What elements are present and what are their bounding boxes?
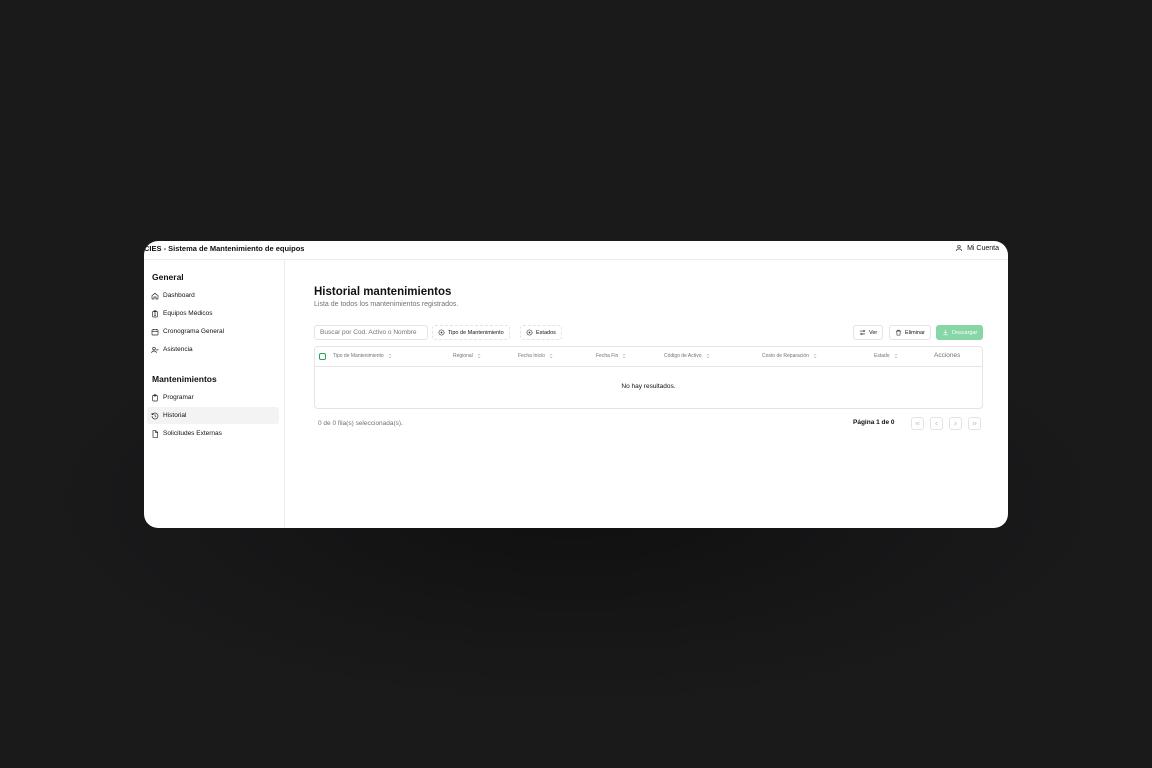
home-icon xyxy=(151,292,159,299)
page-subtitle: Lista de todos los mantenimientos regist… xyxy=(314,301,459,308)
filter-label: Estados xyxy=(536,329,556,336)
sidebar-item-label: Cronograma General xyxy=(163,328,225,335)
sort-icon xyxy=(894,353,897,359)
sidebar-item-label: Programar xyxy=(163,394,194,401)
delete-button[interactable]: Eliminar xyxy=(889,325,931,340)
sidebar-item-historial[interactable]: Historial xyxy=(147,407,279,424)
sort-icon xyxy=(549,353,553,359)
account-label: Mi Cuenta xyxy=(967,244,999,252)
chevrons-right-icon xyxy=(972,421,977,426)
sidebar-item-label: Dashboard xyxy=(163,292,195,299)
column-label: Fecha Inicio xyxy=(518,353,545,359)
first-page-button[interactable] xyxy=(911,417,924,430)
pagination-info: Página 1 de 0 xyxy=(853,419,895,426)
column-fecha-inicio[interactable]: Fecha Inicio xyxy=(518,353,554,359)
user-check-icon xyxy=(151,346,159,353)
last-page-button[interactable] xyxy=(968,417,981,430)
view-button[interactable]: Ver xyxy=(853,325,884,340)
sidebar-item-asistencia[interactable]: Asistencia xyxy=(147,341,279,358)
chevron-left-icon xyxy=(935,421,938,426)
download-icon xyxy=(943,329,948,336)
filter-tipo-mantenimiento-button[interactable]: Tipo de Mantenimiento xyxy=(432,325,510,340)
sidebar-group-mantenimientos: Mantenimientos xyxy=(152,374,217,384)
sidebar-item-dashboard[interactable]: Dashboard xyxy=(147,287,279,304)
app-window: CIES - Sistema de Mantenimiento de equip… xyxy=(144,241,1008,528)
column-label: Tipo de Mantenimiento xyxy=(333,353,384,359)
delete-label: Eliminar xyxy=(905,329,925,336)
plus-circle-icon xyxy=(438,329,445,336)
prev-page-button[interactable] xyxy=(930,417,943,430)
column-label: Regional xyxy=(453,353,473,359)
calendar-icon xyxy=(151,328,159,335)
sidebar-group-general: General xyxy=(152,272,184,282)
column-acciones: Acciones xyxy=(934,352,961,359)
chevron-right-icon xyxy=(954,421,957,426)
sort-icon xyxy=(477,353,480,359)
sort-icon xyxy=(623,353,626,359)
maintenance-table: Tipo de Mantenimiento Regional Fecha Ini… xyxy=(314,346,983,409)
clipboard-icon xyxy=(152,393,158,401)
sidebar-item-label: Asistencia xyxy=(163,346,193,353)
selected-rows-info: 0 de 0 fila(s) seleccionada(s). xyxy=(318,420,403,427)
sidebar-item-solicitudes-externas[interactable]: Solicitudes Externas xyxy=(147,425,279,442)
sidebar-item-equipos-medicos[interactable]: Equipos Médicos xyxy=(147,305,279,322)
sort-icon xyxy=(388,353,391,359)
column-label: Estado xyxy=(874,353,890,359)
column-label: Costo de Reparación xyxy=(762,353,809,359)
search-input[interactable] xyxy=(314,325,428,340)
filter-label: Tipo de Mantenimiento xyxy=(448,329,504,336)
sidebar-item-label: Equipos Médicos xyxy=(163,310,213,317)
empty-message: No hay resultados. xyxy=(621,383,676,390)
column-fecha-fin[interactable]: Fecha Fin xyxy=(596,353,627,359)
next-page-button[interactable] xyxy=(949,417,962,430)
account-menu[interactable]: Mi Cuenta xyxy=(955,244,999,252)
view-label: Ver xyxy=(869,329,878,336)
column-estado[interactable]: Estado xyxy=(874,353,899,359)
select-all-checkbox[interactable] xyxy=(319,353,326,360)
download-button[interactable]: Descargar xyxy=(936,325,984,340)
download-label: Descargar xyxy=(952,329,978,336)
plus-circle-icon xyxy=(526,329,533,336)
column-tipo-mantenimiento[interactable]: Tipo de Mantenimiento xyxy=(333,353,393,359)
history-icon xyxy=(151,412,159,419)
sidebar-item-label: Solicitudes Externas xyxy=(163,430,222,437)
table-header: Tipo de Mantenimiento Regional Fecha Ini… xyxy=(315,347,982,367)
sort-icon xyxy=(813,353,817,359)
column-costo-reparacion[interactable]: Costo de Reparación xyxy=(762,353,818,359)
clipboard-icon xyxy=(152,309,158,317)
app-title: CIES - Sistema de Mantenimiento de equip… xyxy=(144,244,305,253)
sidebar: General Dashboard Equipos Médicos Cronog… xyxy=(144,260,285,528)
sliders-icon xyxy=(859,330,866,335)
filter-estados-button[interactable]: Estados xyxy=(520,325,562,340)
top-bar: CIES - Sistema de Mantenimiento de equip… xyxy=(144,241,1008,260)
page-title: Historial mantenimientos xyxy=(314,286,452,298)
sidebar-item-cronograma-general[interactable]: Cronograma General xyxy=(147,323,279,340)
trash-icon xyxy=(896,329,901,336)
sort-icon xyxy=(706,353,709,359)
chevrons-left-icon xyxy=(915,421,920,426)
main-content: Historial mantenimientos Lista de todos … xyxy=(286,260,1008,528)
column-regional[interactable]: Regional xyxy=(453,353,482,359)
sidebar-item-label: Historial xyxy=(163,412,187,419)
column-label: Código de Activo xyxy=(664,353,702,359)
user-icon xyxy=(956,245,963,252)
sidebar-item-programar[interactable]: Programar xyxy=(147,389,279,406)
column-label: Fecha Fin xyxy=(596,353,619,359)
column-codigo-activo[interactable]: Código de Activo xyxy=(664,353,711,359)
file-icon xyxy=(152,429,158,438)
